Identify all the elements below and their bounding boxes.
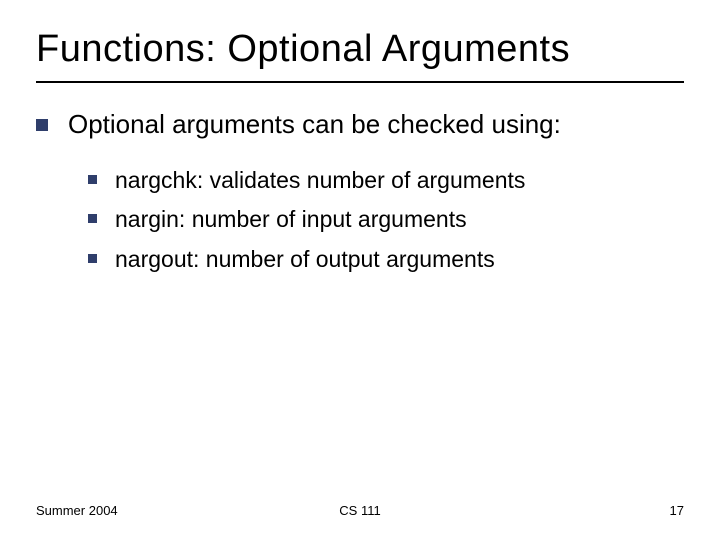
bullet-level2: nargin: number of input arguments bbox=[88, 203, 684, 236]
slide-footer: Summer 2004 CS 111 17 bbox=[36, 503, 684, 518]
square-bullet-icon bbox=[88, 214, 97, 223]
bullet-level2-text: nargout: number of output arguments bbox=[115, 243, 684, 276]
bullet-level2: nargchk: validates number of arguments bbox=[88, 164, 684, 197]
slide-body: Optional arguments can be checked using:… bbox=[36, 107, 684, 276]
bullet-level1: Optional arguments can be checked using: bbox=[36, 107, 684, 142]
sublist: nargchk: validates number of arguments n… bbox=[88, 164, 684, 276]
bullet-level2: nargout: number of output arguments bbox=[88, 243, 684, 276]
square-bullet-icon bbox=[36, 119, 48, 131]
footer-center: CS 111 bbox=[36, 503, 684, 518]
bullet-level1-text: Optional arguments can be checked using: bbox=[68, 107, 684, 142]
square-bullet-icon bbox=[88, 175, 97, 184]
slide-title: Functions: Optional Arguments bbox=[36, 28, 684, 71]
title-rule bbox=[36, 81, 684, 83]
bullet-level2-text: nargchk: validates number of arguments bbox=[115, 164, 684, 197]
bullet-level2-text: nargin: number of input arguments bbox=[115, 203, 684, 236]
slide: Functions: Optional Arguments Optional a… bbox=[0, 0, 720, 540]
square-bullet-icon bbox=[88, 254, 97, 263]
